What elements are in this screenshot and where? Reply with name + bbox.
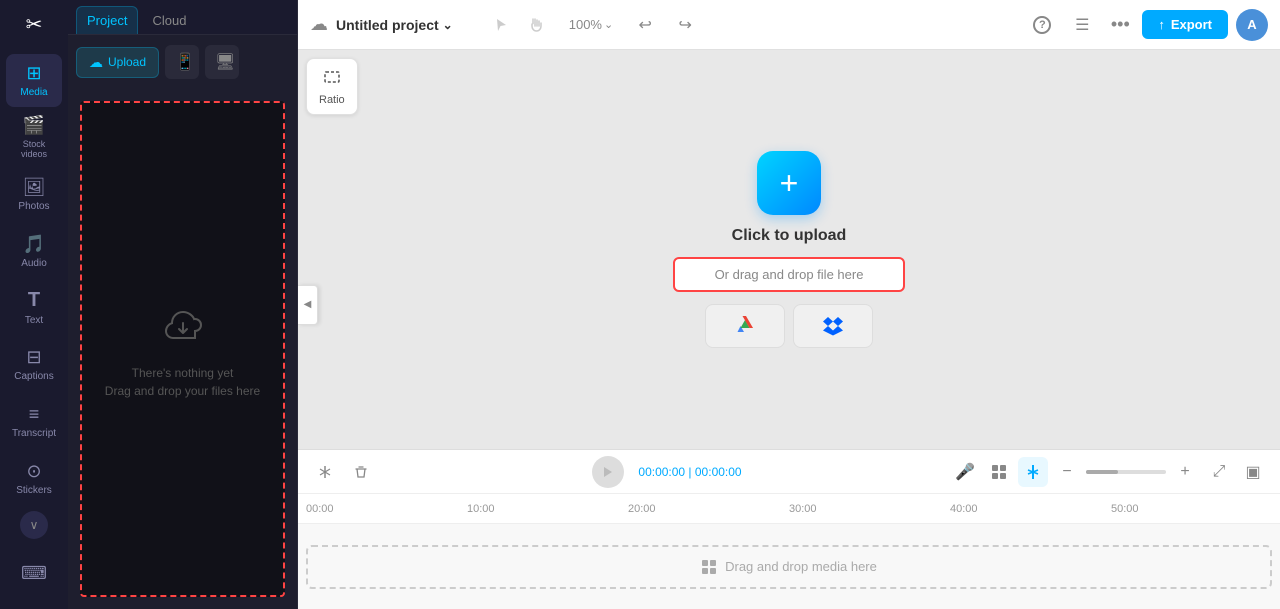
sidebar-item-audio[interactable]: 🎵 Audio [6, 225, 62, 278]
zoom-chevron-icon: ⌄ [604, 18, 613, 31]
project-chevron-icon: ⌄ [443, 18, 453, 32]
panel-collapse-btn[interactable]: ◀ [298, 285, 318, 325]
sidebar-item-label: Media [20, 87, 47, 98]
timeline-toolbar: 00:00:00 | 00:00:00 🎤 − + ⤢ ▣ [298, 450, 1280, 494]
stickers-icon: ⊙ [26, 461, 41, 482]
timeline-cut-btn[interactable] [1018, 457, 1048, 487]
cloud-icon: ☁ [310, 14, 328, 35]
ruler-mark-4: 40:00 [950, 503, 1111, 515]
captions-icon: ⊟ [26, 347, 41, 368]
timeline-track-area[interactable]: Drag and drop media here [298, 524, 1280, 609]
help-btn[interactable]: ? [1026, 9, 1058, 41]
ruler-mark-5: 50:00 [1111, 503, 1272, 515]
timeline-delete-btn[interactable] [346, 457, 376, 487]
ratio-icon [322, 67, 342, 92]
main-content: ☁ Untitled project ⌄ 100% ⌄ ↩ ↪ ? [298, 0, 1280, 609]
canvas-area: Ratio + Click to upload Or drag and drop… [298, 50, 1280, 449]
timeline-drop-zone[interactable]: Drag and drop media here [306, 545, 1272, 589]
sidebar-collapse-btn[interactable]: ∨ [20, 511, 48, 539]
upload-btn[interactable]: ☁ Upload [76, 47, 159, 78]
upload-cloud-icon: ☁ [89, 54, 103, 71]
ruler-mark-2: 20:00 [628, 503, 789, 515]
sidebar-bottom: ∨ ⌨ [6, 509, 62, 601]
canvas-upload-title: Click to upload [732, 227, 847, 245]
media-icon: ⊞ [26, 63, 41, 84]
audio-icon: 🎵 [23, 234, 45, 255]
dropbox-btn[interactable] [793, 304, 873, 348]
canvas-upload-plus-btn[interactable]: + [757, 151, 821, 215]
layers-icon: ☰ [1075, 15, 1089, 35]
redo-btn[interactable]: ↪ [669, 9, 701, 41]
sidebar-item-transcript[interactable]: ≡ Transcript [6, 395, 62, 448]
timeline-zoom-in-btn[interactable]: + [1170, 457, 1200, 487]
export-icon: ↑ [1158, 17, 1165, 32]
hand-tool-btn[interactable] [521, 9, 553, 41]
zoom-control[interactable]: 100% ⌄ [561, 13, 621, 36]
sidebar-item-keyboard[interactable]: ⌨ [6, 545, 62, 601]
project-name[interactable]: Untitled project ⌄ [336, 17, 453, 33]
sidebar-item-stickers[interactable]: ⊙ Stickers [6, 452, 62, 505]
canvas-drag-drop-box[interactable]: Or drag and drop file here [673, 257, 906, 292]
undo-btn[interactable]: ↩ [629, 9, 661, 41]
timeline-time-display: 00:00:00 | 00:00:00 [638, 465, 741, 479]
timeline-effects-btn[interactable] [984, 457, 1014, 487]
ratio-btn[interactable]: Ratio [306, 58, 358, 115]
canvas-service-btns [705, 304, 873, 348]
sidebar-item-label: Photos [18, 201, 49, 212]
sidebar-item-label: Stickers [16, 485, 52, 496]
timeline-play-btn[interactable] [592, 456, 624, 488]
upload-drop-zone[interactable]: There's nothing yet Drag and drop your f… [80, 101, 285, 597]
more-options-btn[interactable]: ••• [1106, 11, 1134, 39]
app-logo: ✂ [16, 8, 52, 42]
tab-project[interactable]: Project [76, 6, 138, 34]
text-icon: T [28, 289, 40, 312]
sidebar-item-label: Stockvideos [21, 139, 47, 161]
timeline-ruler: 00:00 10:00 20:00 30:00 40:00 50:00 [298, 494, 1280, 524]
ruler-mark-0: 00:00 [306, 503, 467, 515]
upload-empty-text: There's nothing yet Drag and drop your f… [105, 364, 260, 400]
avatar[interactable]: A [1236, 9, 1268, 41]
keyboard-icon: ⌨ [21, 563, 47, 584]
timeline-mic-btn[interactable]: 🎤 [950, 457, 980, 487]
sidebar-item-media[interactable]: ⊞ Media [6, 54, 62, 107]
google-drive-btn[interactable] [705, 304, 785, 348]
photos-icon: 🖼 [23, 177, 46, 198]
sidebar-item-text[interactable]: T Text [6, 281, 62, 334]
tab-cloud-label: Cloud [152, 13, 186, 28]
timeline-right-tools: 🎤 − + ⤢ ▣ [950, 457, 1268, 487]
upload-cloud-illustration [159, 299, 207, 356]
transcript-icon: ≡ [29, 404, 40, 425]
timeline-zoom-out-btn[interactable]: − [1052, 457, 1082, 487]
upload-btn-label: Upload [108, 55, 146, 69]
ruler-mark-1: 10:00 [467, 503, 628, 515]
sidebar-item-stock-videos[interactable]: 🎬 Stockvideos [6, 111, 62, 164]
tab-project-label: Project [87, 13, 127, 28]
export-btn[interactable]: ↑ Export [1142, 10, 1228, 39]
desktop-view-btn[interactable]: 🖥 [205, 45, 239, 79]
sidebar: ✂ ⊞ Media 🎬 Stockvideos 🖼 Photos 🎵 Audio… [0, 0, 68, 609]
help-icon: ? [1033, 16, 1051, 34]
topbar: ☁ Untitled project ⌄ 100% ⌄ ↩ ↪ ? [298, 0, 1280, 50]
select-tool-btn[interactable] [485, 9, 517, 41]
timeline-monitor-btn[interactable]: ▣ [1238, 457, 1268, 487]
sidebar-item-label: Audio [21, 258, 47, 269]
stock-videos-icon: 🎬 [23, 115, 45, 136]
sidebar-item-label: Transcript [12, 428, 56, 439]
canvas-upload-card: + Click to upload Or drag and drop file … [673, 151, 906, 348]
media-panel: Project Cloud ☁ Upload 📱 🖥 There's nothi… [68, 0, 298, 609]
ratio-label: Ratio [319, 94, 345, 106]
timeline-fit-btn[interactable]: ⤢ [1204, 457, 1234, 487]
sidebar-item-label: Captions [14, 371, 53, 382]
mobile-view-btn[interactable]: 📱 [165, 45, 199, 79]
timeline-split-btn[interactable] [310, 457, 340, 487]
tab-cloud[interactable]: Cloud [142, 6, 196, 34]
timeline-zoom-slider[interactable] [1086, 470, 1166, 474]
ruler-mark-3: 30:00 [789, 503, 950, 515]
sidebar-item-label: Text [25, 315, 43, 326]
sidebar-item-captions[interactable]: ⊟ Captions [6, 338, 62, 391]
timeline: 00:00:00 | 00:00:00 🎤 − + ⤢ ▣ [298, 449, 1280, 609]
sidebar-item-photos[interactable]: 🖼 Photos [6, 168, 62, 221]
layers-btn[interactable]: ☰ [1066, 9, 1098, 41]
